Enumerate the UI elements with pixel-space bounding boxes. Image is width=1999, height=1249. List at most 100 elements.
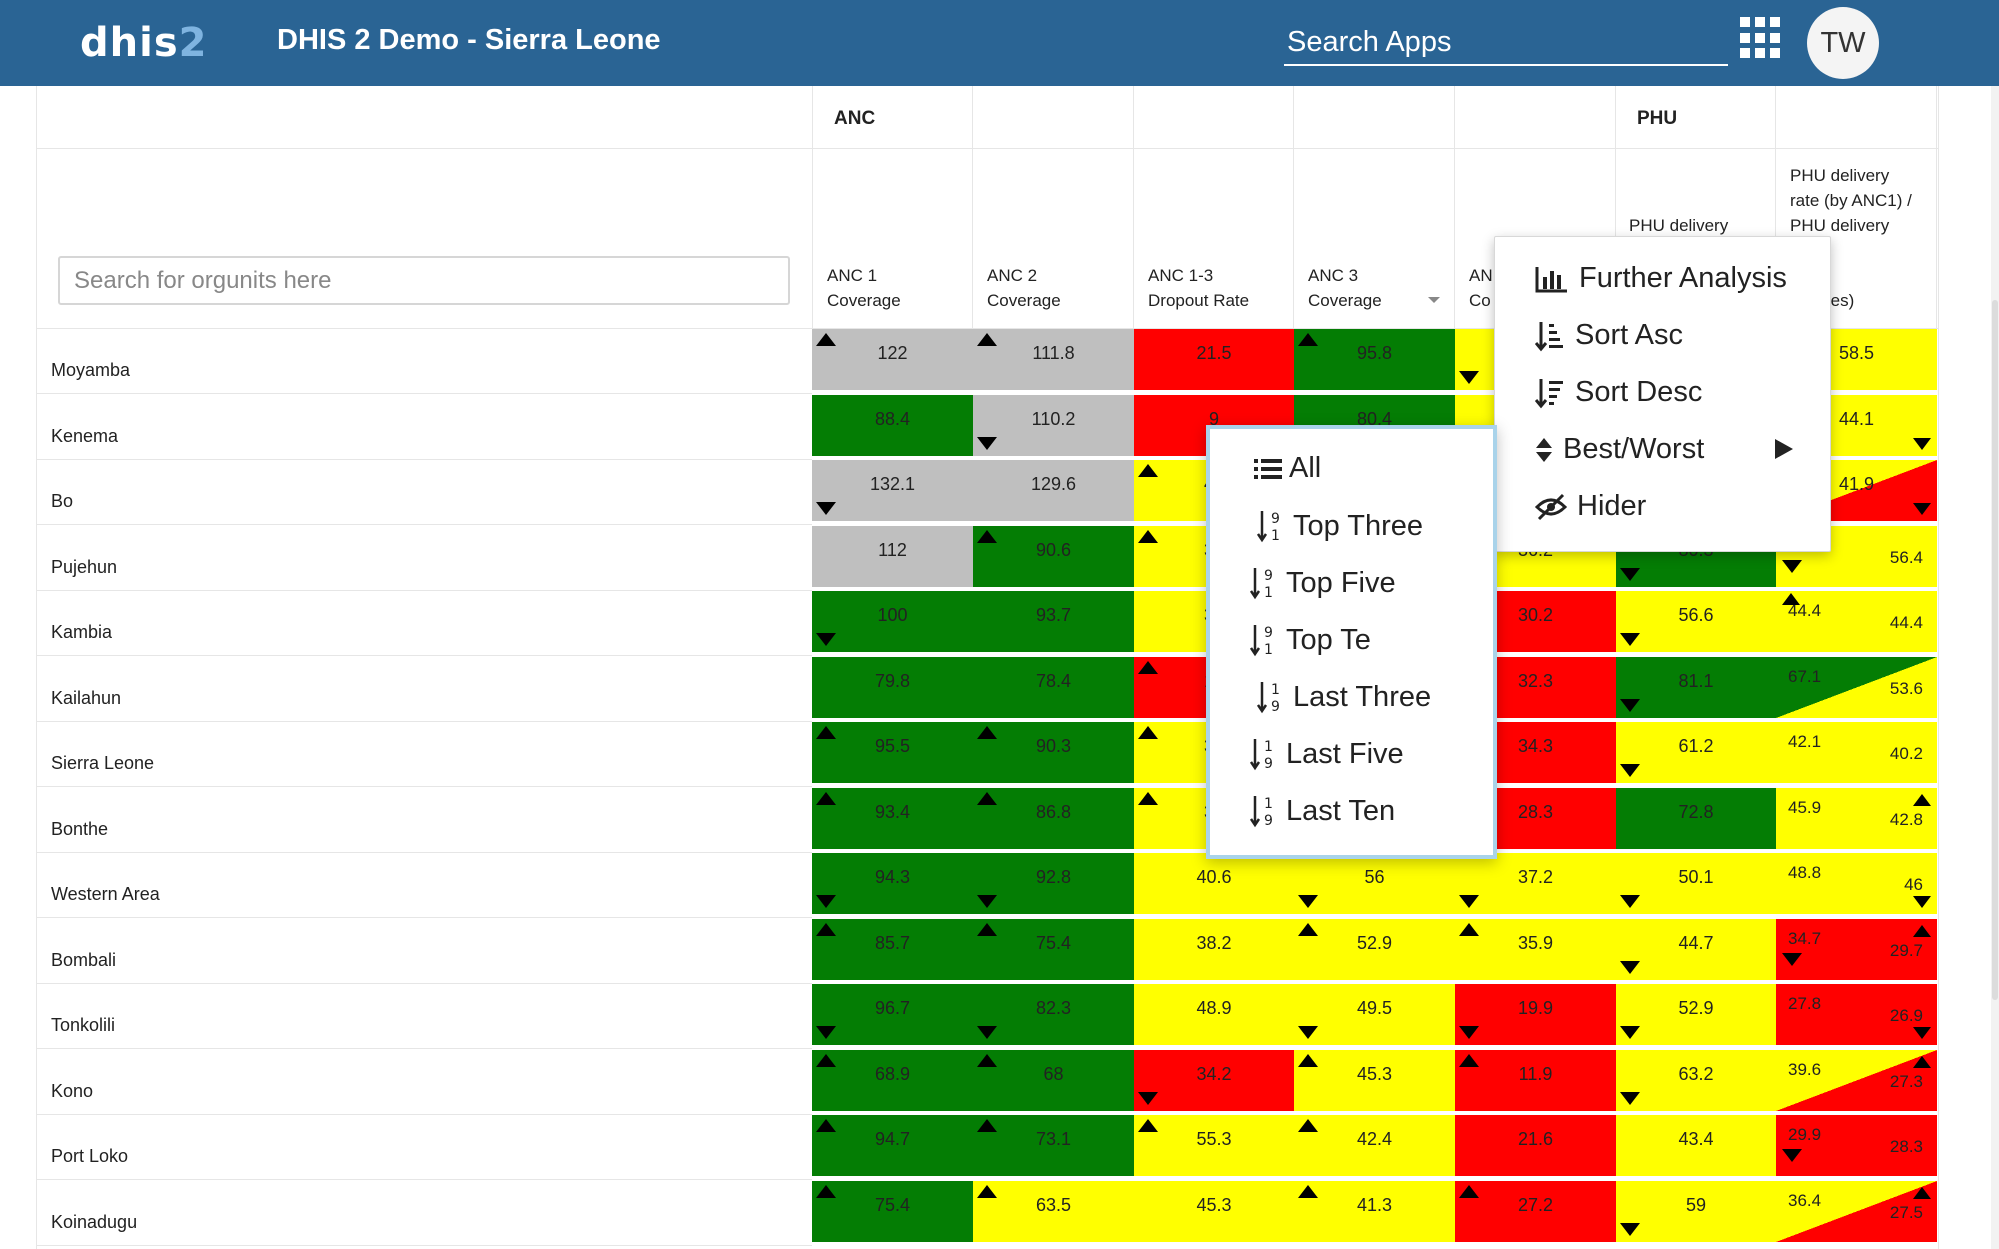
orgunit-row-label[interactable]: Port Loko	[51, 1146, 128, 1167]
table-cell[interactable]: 90.3	[973, 722, 1134, 783]
table-cell[interactable]: 95.5	[812, 722, 973, 783]
table-cell[interactable]: 48.9	[1134, 984, 1294, 1045]
table-cell[interactable]: 21.5	[1134, 329, 1294, 390]
orgunit-row-label[interactable]: Sierra Leone	[51, 753, 154, 774]
apps-grid-icon[interactable]	[1740, 17, 1782, 59]
table-cell[interactable]: 35.9	[1455, 919, 1616, 980]
orgunit-row-label[interactable]: Western Area	[51, 884, 160, 905]
table-cell[interactable]: 59	[1616, 1181, 1776, 1242]
column-header-anc2-coverage[interactable]: ANC 2 Coverage	[987, 263, 1061, 313]
table-cell[interactable]: 63.5	[973, 1181, 1134, 1242]
column-menu-caret-icon[interactable]	[1428, 297, 1440, 303]
orgunit-row-label[interactable]: Moyamba	[51, 360, 130, 381]
dhis2-logo[interactable]: dhis2	[80, 20, 207, 66]
menu-item-further-analysis[interactable]: Further Analysis	[1535, 262, 1787, 295]
orgunit-search-input[interactable]	[58, 256, 790, 305]
orgunit-row-label[interactable]: Bombali	[51, 950, 116, 971]
table-cell[interactable]: 55.3	[1134, 1115, 1294, 1176]
table-cell[interactable]: 75.4	[973, 919, 1134, 980]
table-cell[interactable]: 29.9 28.3	[1776, 1115, 1937, 1176]
table-cell[interactable]: 27.8 26.9	[1776, 984, 1937, 1045]
orgunit-row-label[interactable]: Bo	[51, 491, 73, 512]
table-cell[interactable]: 94.3	[812, 853, 973, 914]
table-cell[interactable]: 82.3	[973, 984, 1134, 1045]
table-cell[interactable]: 56	[1294, 853, 1455, 914]
table-cell[interactable]: 111.8	[973, 329, 1134, 390]
orgunit-row-label[interactable]: Kailahun	[51, 688, 121, 709]
table-cell[interactable]: 95.8	[1294, 329, 1455, 390]
table-cell[interactable]: 90.6	[973, 526, 1134, 587]
table-cell[interactable]: 36.4 27.5	[1776, 1181, 1937, 1242]
table-cell[interactable]: 44.7	[1616, 919, 1776, 980]
avatar[interactable]: TW	[1807, 7, 1879, 79]
column-header-anc1-coverage[interactable]: ANC 1 Coverage	[827, 263, 901, 313]
table-cell[interactable]: 93.7	[973, 591, 1134, 652]
table-cell[interactable]: 72.8	[1616, 788, 1776, 849]
submenu-item-top-ten[interactable]: 91 Top Te	[1250, 623, 1371, 657]
table-cell[interactable]: 42.4	[1294, 1115, 1455, 1176]
table-cell[interactable]: 122	[812, 329, 973, 390]
scrollbar-thumb[interactable]	[1992, 300, 1998, 1000]
table-cell[interactable]: 40.6	[1134, 853, 1294, 914]
table-cell[interactable]: 39.6 27.3	[1776, 1050, 1937, 1111]
table-cell[interactable]: 129.6	[973, 460, 1134, 521]
orgunit-row-label[interactable]: Kenema	[51, 426, 118, 447]
orgunit-row-label[interactable]: Koinadugu	[51, 1212, 137, 1233]
table-cell[interactable]: 52.9	[1294, 919, 1455, 980]
table-cell[interactable]: 78.4	[973, 657, 1134, 718]
submenu-item-last-five[interactable]: 19 Last Five	[1250, 737, 1404, 771]
table-cell[interactable]: 63.2	[1616, 1050, 1776, 1111]
table-cell[interactable]: 132.1	[812, 460, 973, 521]
table-cell[interactable]: 110.2	[973, 395, 1134, 456]
table-cell[interactable]: 45.9 42.8	[1776, 788, 1937, 849]
menu-item-sort-asc[interactable]: Sort Asc	[1535, 319, 1683, 352]
table-cell[interactable]: 73.1	[973, 1115, 1134, 1176]
table-cell[interactable]: 67.1 53.6	[1776, 657, 1937, 718]
orgunit-row-label[interactable]: Tonkolili	[51, 1015, 115, 1036]
table-cell[interactable]: 56.6	[1616, 591, 1776, 652]
table-cell[interactable]: 50.1	[1616, 853, 1776, 914]
orgunit-row-label[interactable]: Pujehun	[51, 557, 117, 578]
table-cell[interactable]: 112	[812, 526, 973, 587]
submenu-item-last-ten[interactable]: 19 Last Ten	[1250, 794, 1395, 828]
column-header-phu-delivery[interactable]: PHU delivery	[1629, 213, 1728, 238]
table-cell[interactable]: 49.5	[1294, 984, 1455, 1045]
table-cell[interactable]: 81.1	[1616, 657, 1776, 718]
table-cell[interactable]: 92.8	[973, 853, 1134, 914]
table-cell[interactable]: 100	[812, 591, 973, 652]
table-cell[interactable]: 88.4	[812, 395, 973, 456]
table-cell[interactable]: 48.8 46	[1776, 853, 1937, 914]
orgunit-row-label[interactable]: Bonthe	[51, 819, 108, 840]
table-cell[interactable]: 34.7 29.7	[1776, 919, 1937, 980]
menu-item-best-worst[interactable]: Best/Worst	[1535, 433, 1805, 466]
table-cell[interactable]: 42.1 40.2	[1776, 722, 1937, 783]
table-cell[interactable]: 96.7	[812, 984, 973, 1045]
table-cell[interactable]: 94.7	[812, 1115, 973, 1176]
column-header-anc3-coverage[interactable]: ANC 3 Coverage	[1308, 263, 1382, 313]
table-cell[interactable]: 41.3	[1294, 1181, 1455, 1242]
table-cell[interactable]: 75.4	[812, 1181, 973, 1242]
table-cell[interactable]: 85.7	[812, 919, 973, 980]
orgunit-row-label[interactable]: Kono	[51, 1081, 93, 1102]
submenu-item-all[interactable]: All	[1253, 452, 1321, 485]
table-cell[interactable]: 27.2	[1455, 1181, 1616, 1242]
table-cell[interactable]: 21.6	[1455, 1115, 1616, 1176]
table-cell[interactable]: 45.3	[1134, 1181, 1294, 1242]
table-cell[interactable]: 44.4 44.4	[1776, 591, 1937, 652]
table-cell[interactable]: 79.8	[812, 657, 973, 718]
table-cell[interactable]: 68.9	[812, 1050, 973, 1111]
submenu-item-last-three[interactable]: 19 Last Three	[1257, 680, 1431, 714]
table-cell[interactable]: 43.4	[1616, 1115, 1776, 1176]
table-cell[interactable]: 34.2	[1134, 1050, 1294, 1111]
table-cell[interactable]: 61.2	[1616, 722, 1776, 783]
table-cell[interactable]: 11.9	[1455, 1050, 1616, 1111]
table-cell[interactable]: 37.2	[1455, 853, 1616, 914]
column-header-anc-co[interactable]: AN Co	[1469, 263, 1493, 313]
table-cell[interactable]: 68	[973, 1050, 1134, 1111]
table-cell[interactable]: 19.9	[1455, 984, 1616, 1045]
column-header-anc-dropout[interactable]: ANC 1-3 Dropout Rate	[1148, 263, 1249, 313]
table-cell[interactable]: 52.9	[1616, 984, 1776, 1045]
menu-item-hider[interactable]: Hider	[1535, 490, 1646, 523]
table-cell[interactable]: 45.3	[1294, 1050, 1455, 1111]
table-cell[interactable]: 38.2	[1134, 919, 1294, 980]
